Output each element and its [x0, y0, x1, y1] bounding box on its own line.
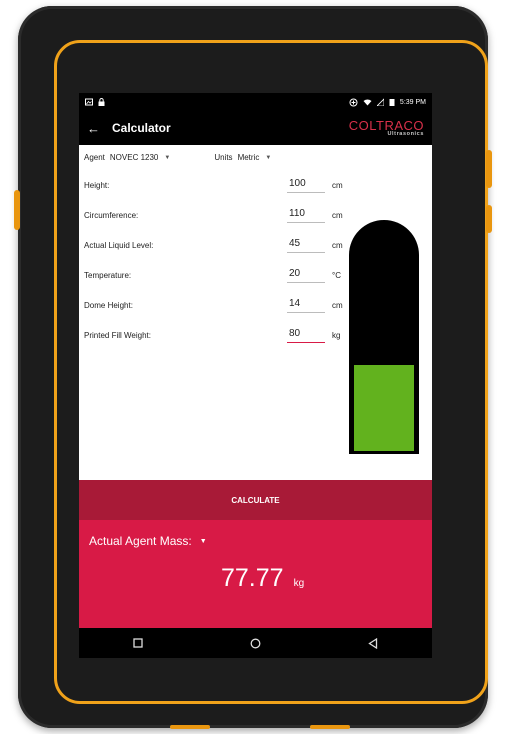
result-dropdown[interactable]: Actual Agent Mass: ▼	[89, 534, 207, 548]
temperature-label: Temperature:	[84, 271, 132, 280]
result-panel: Actual Agent Mass: ▼ 77.77 kg	[79, 520, 432, 628]
circumference-input[interactable]: 110	[287, 207, 325, 223]
back-triangle-icon[interactable]	[365, 635, 381, 651]
circumference-label: Circumference:	[84, 211, 139, 220]
agent-dropdown[interactable]: Agent NOVEC 1230 ▼	[84, 153, 170, 162]
calculate-button[interactable]: CALCULATE	[79, 480, 432, 520]
circumference-unit: cm	[332, 211, 343, 220]
left-side-button	[14, 190, 20, 230]
height-input[interactable]: 100	[287, 177, 325, 193]
circumference-row: Circumference: 110 cm	[84, 207, 344, 225]
image-notification-icon	[85, 98, 93, 106]
cylinder-graphic	[349, 220, 419, 454]
result-label: Actual Agent Mass:	[89, 534, 192, 548]
liquid-level-input[interactable]: 45	[287, 237, 325, 253]
liquid-level-label: Actual Liquid Level:	[84, 241, 154, 250]
data-saver-icon	[349, 98, 358, 106]
dome-height-unit: cm	[332, 301, 343, 310]
liquid-level-row: Actual Liquid Level: 45 cm	[84, 237, 344, 255]
chevron-down-icon: ▼	[265, 154, 272, 161]
liquid-level-unit: cm	[332, 241, 343, 250]
result-value: 77.77	[221, 564, 284, 592]
height-label: Height:	[84, 181, 110, 190]
home-icon[interactable]	[247, 635, 263, 651]
right-side-button	[486, 150, 492, 188]
battery-icon	[389, 99, 395, 106]
temperature-unit: °C	[332, 271, 341, 280]
bottom-trim-right	[310, 725, 350, 729]
right-side-button-2	[486, 205, 492, 233]
agent-value: NOVEC 1230	[109, 153, 159, 162]
liquid-level-fill	[354, 365, 414, 451]
navigation-bar	[79, 628, 432, 658]
temperature-row: Temperature: 20 °C	[84, 267, 344, 285]
lock-notification-icon	[98, 98, 105, 106]
result-value-row: 77.77 kg	[221, 564, 304, 593]
height-unit: cm	[332, 181, 343, 190]
signal-icon	[376, 98, 384, 106]
status-bar: 5:39 PM	[79, 93, 432, 111]
agent-label: Agent	[84, 153, 105, 162]
fill-weight-input[interactable]: 80	[287, 327, 325, 343]
status-time: 5:39 PM	[399, 98, 426, 106]
chevron-down-icon: ▼	[164, 154, 171, 161]
fill-weight-unit: kg	[332, 331, 341, 340]
fill-weight-row: Printed Fill Weight: 80 kg	[84, 327, 344, 345]
dome-height-input[interactable]: 14	[287, 297, 325, 313]
units-label: Units	[214, 153, 233, 162]
brand-name: COLTRACO	[348, 117, 424, 133]
bottom-trim-left	[170, 725, 210, 729]
units-value: Metric	[237, 153, 260, 162]
fill-weight-label: Printed Fill Weight:	[84, 331, 151, 340]
wifi-icon	[363, 99, 372, 106]
temperature-input[interactable]: 20	[287, 267, 325, 283]
brand-logo: COLTRACO Ultrasonics	[349, 119, 424, 138]
page-title: Calculator	[112, 121, 171, 135]
chevron-down-icon: ▼	[199, 537, 207, 545]
dome-height-row: Dome Height: 14 cm	[84, 297, 344, 315]
screen: 5:39 PM ← Calculator COLTRACO Ultrasonic…	[79, 93, 432, 658]
recents-icon[interactable]	[130, 635, 146, 651]
selector-row: Agent NOVEC 1230 ▼ Units Metric ▼	[79, 145, 432, 162]
dome-height-label: Dome Height:	[84, 301, 133, 310]
back-arrow-icon[interactable]: ←	[87, 121, 100, 136]
height-row: Height: 100 cm	[84, 177, 344, 195]
units-dropdown[interactable]: Units Metric ▼	[214, 153, 271, 162]
app-bar: ← Calculator COLTRACO Ultrasonics	[79, 111, 432, 145]
result-unit: kg	[293, 578, 305, 589]
